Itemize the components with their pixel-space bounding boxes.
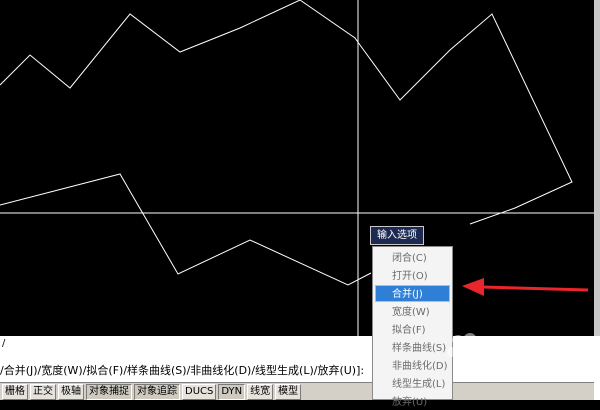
status-button-lineweight[interactable]: 线宽 xyxy=(247,383,274,400)
menu-item-ltype-gen[interactable]: 线型生成(L) xyxy=(375,375,450,392)
status-button-otrack[interactable]: 对象追踪 xyxy=(134,383,180,400)
options-menu: 闭合(C) 打开(O) 合并(J) 宽度(W) 拟合(F) 样条曲线(S) 非曲… xyxy=(372,246,453,408)
status-button-ducs[interactable]: DUCS xyxy=(182,383,217,400)
status-button-ortho[interactable]: 正交 xyxy=(30,383,56,400)
watermark-suffix: 经验 xyxy=(524,344,557,363)
menu-item-width[interactable]: 宽度(W) xyxy=(375,303,450,320)
drawing-svg xyxy=(0,0,600,336)
menu-item-open[interactable]: 打开(O) xyxy=(375,267,450,284)
status-button-polar[interactable]: 极轴 xyxy=(58,383,84,400)
polyline-lower[interactable] xyxy=(0,173,372,286)
status-button-grid[interactable]: 栅格 xyxy=(2,383,28,400)
status-button-osnap[interactable]: 对象捕捉 xyxy=(86,383,132,400)
menu-item-undo[interactable]: 放弃(U) xyxy=(375,393,450,410)
polyline-upper[interactable] xyxy=(0,0,573,225)
status-button-model[interactable]: 模型 xyxy=(275,383,302,400)
status-bar: 栅格 正交 极轴 对象捕捉 对象追踪 DUCS DYN 线宽 模型 xyxy=(0,382,594,400)
menu-item-join[interactable]: 合并(J) xyxy=(375,285,450,302)
drawing-canvas[interactable] xyxy=(0,0,600,336)
status-button-dyn[interactable]: DYN xyxy=(218,383,246,400)
menu-item-close[interactable]: 闭合(C) xyxy=(375,249,450,266)
input-options-title: 输入选项 xyxy=(370,226,424,245)
